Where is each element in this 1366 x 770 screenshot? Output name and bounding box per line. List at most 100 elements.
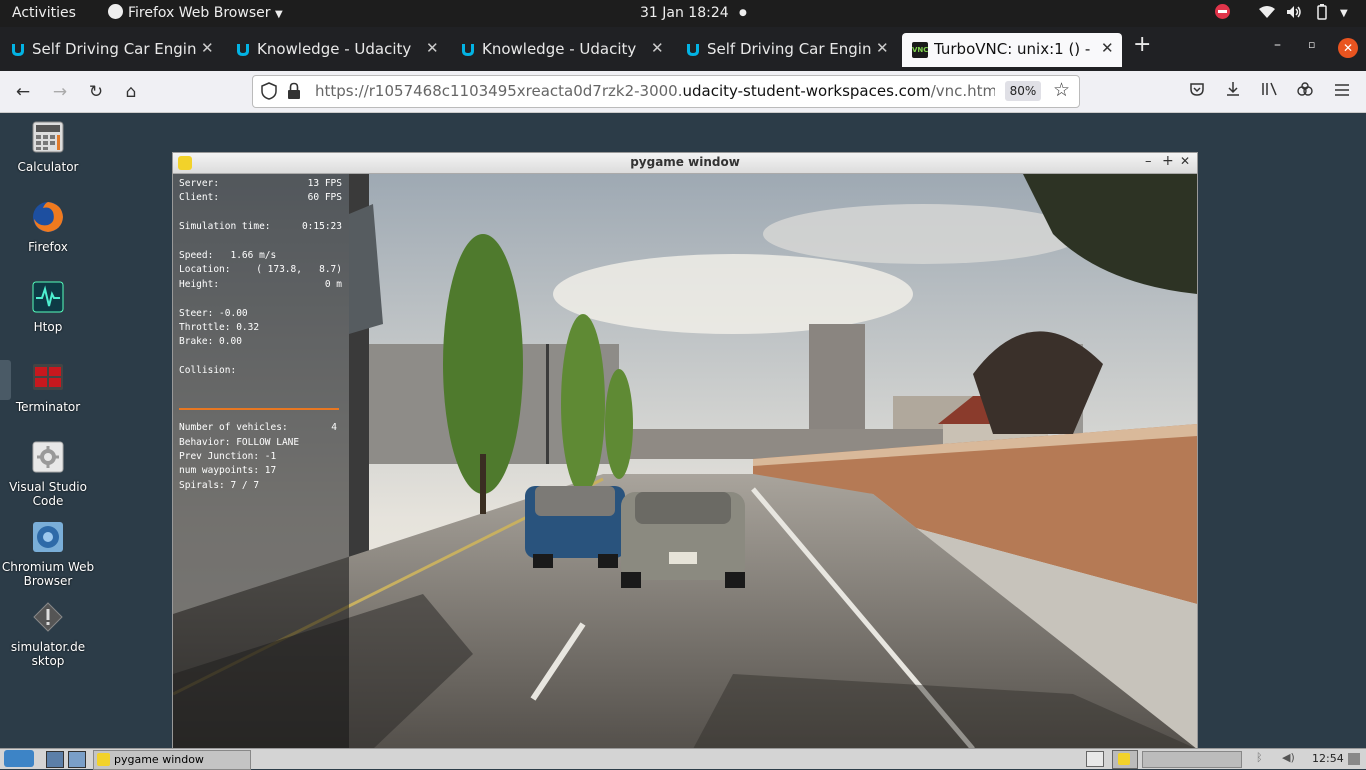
minimize-icon[interactable]: – [1145,154,1152,169]
tab-2[interactable]: Knowledge - Udacity ✕ [225,33,447,67]
activities-button[interactable]: Activities [12,0,76,27]
library-icon[interactable] [1259,81,1281,103]
taskbar: pygame window ᛒ ◀) 12:54 [0,748,1366,770]
close-tab-icon[interactable]: ✕ [201,39,214,57]
tray-window-icon[interactable] [1086,751,1104,767]
volume-icon[interactable]: ◀) [1282,751,1295,764]
hud-prev-junction: Prev Junction: -1 [179,451,277,462]
downloads-icon[interactable] [1222,81,1244,103]
lock-icon[interactable] [287,82,301,104]
shield-icon[interactable] [261,82,277,104]
hud-simtime-value: 0:15:23 [301,221,342,232]
zoom-level-button[interactable]: 80% [1005,81,1041,101]
hud-height-value: 0 m [324,279,342,290]
battery-icon[interactable] [1314,0,1330,27]
tab-3[interactable]: Knowledge - Udacity ✕ [450,33,672,67]
url-bar[interactable]: https://r1057468c1103495xreacta0d7rzk2-3… [252,75,1080,108]
desktop-icon-htop[interactable]: Htop [0,280,96,334]
vscode-icon [31,440,65,474]
simulation-view[interactable]: Server: 13 FPS Client: 60 FPS Simulation… [173,174,1197,749]
pocket-icon[interactable] [1186,81,1208,103]
pygame-window-title: pygame window [630,155,740,169]
close-icon[interactable]: ✕ [1180,154,1190,168]
reload-icon[interactable]: ↻ [85,81,107,103]
bookmark-star-icon[interactable]: ☆ [1053,79,1070,101]
hud-height-label: Height: [179,279,220,290]
tab-5-active[interactable]: VNC TurboVNC: unix:1 () - noV ✕ [902,33,1122,67]
desktop-icon-chromium[interactable]: Chromium Web Browser [0,520,96,588]
close-tab-icon[interactable]: ✕ [651,39,664,57]
firefox-icon [31,200,65,234]
back-arrow-icon[interactable]: ← [12,81,34,103]
desktop-file-icon [31,600,65,634]
tab-title: Knowledge - Udacity [482,40,637,58]
desktop-icon-simulator[interactable]: simulator.desktop [0,600,96,668]
udacity-icon [460,42,476,58]
calculator-icon [31,120,65,154]
clock[interactable]: 31 Jan 18:24 [640,0,729,27]
close-tab-icon[interactable]: ✕ [426,39,439,57]
desktop-icon-calculator[interactable]: Calculator [0,120,96,174]
hud-spirals: Spirals: 7 / 7 [179,480,260,491]
side-panel-handle[interactable] [0,360,11,400]
desktop-icon-firefox[interactable]: Firefox [0,200,96,254]
pygame-window[interactable]: pygame window – + ✕ Server: 13 FPS Clien… [172,152,1198,750]
url-suffix: /vnc.html?resize [930,82,995,100]
htop-icon [31,280,65,314]
hud-behavior: Behavior: FOLLOW LANE [179,437,300,448]
start-menu-icon[interactable] [4,750,34,767]
tray-pygame-icon[interactable] [1112,750,1138,769]
desktop-icon-label: Terminator [15,400,81,414]
taskbar-clock[interactable]: 12:54 [1312,752,1344,765]
tab-title: Self Driving Car Engineer [707,40,872,58]
hud-client-value: 60 FPS [307,192,342,203]
close-tab-icon[interactable]: ✕ [876,39,889,57]
udacity-icon [235,42,251,58]
hud-server-label: Server: [179,178,220,189]
hud-collision: Collision: [179,365,237,376]
tab-title: TurboVNC: unix:1 () - noV [934,40,1094,58]
app-menu[interactable]: Firefox Web Browser ▼ [108,0,283,27]
collision-graph-line [179,408,339,410]
taskbar-pygame-window-button[interactable]: pygame window [93,750,251,770]
tab-4[interactable]: Self Driving Car Engineer ✕ [675,33,897,67]
window-switcher-icon[interactable] [68,751,86,768]
url-prefix: https://r1057468c1103495xreacta0d7rzk2-3… [315,82,683,100]
do-not-disturb-icon[interactable] [1215,0,1230,27]
hamburger-menu-icon[interactable] [1331,81,1353,103]
app-menu-label: Firefox Web Browser [128,5,271,21]
notification-dot-icon: ● [739,8,747,18]
sync-account-icon[interactable] [1294,81,1316,103]
desktop-icon-label: Firefox [28,240,68,254]
workspace-pager[interactable] [1142,751,1242,768]
restore-window-button[interactable]: ▫ [1308,38,1320,72]
tab-1[interactable]: Self Driving Car Engineer ✕ [0,33,222,67]
close-tab-icon[interactable]: ✕ [1101,39,1114,57]
hud-location-value: ( 173.8, 8.7) [256,264,342,275]
desktop-icon-label: simulator.desktop [10,640,86,668]
url-text[interactable]: https://r1057468c1103495xreacta0d7rzk2-3… [315,82,995,100]
desktop-icon-vscode[interactable]: Visual Studio Code [0,440,96,508]
new-tab-button[interactable]: + [1133,32,1157,66]
close-window-button[interactable]: ✕ [1338,38,1358,58]
hud-num-waypoints: num waypoints: 17 [179,465,277,476]
pygame-snake-icon [97,753,110,766]
top-bar: Activities Firefox Web Browser ▼ 31 Jan … [0,0,1366,27]
volume-icon[interactable] [1286,0,1302,27]
taskbar-window-label: pygame window [114,753,204,766]
desktop-icon-terminator[interactable]: Terminator [0,360,96,414]
hud-location-label: Location: [179,264,231,275]
pygame-titlebar[interactable]: pygame window – + ✕ [173,153,1197,174]
system-menu-chevron-icon[interactable]: ▼ [1340,0,1348,27]
maximize-icon[interactable]: + [1162,153,1174,169]
bluetooth-icon[interactable]: ᛒ [1256,751,1263,764]
wifi-icon[interactable] [1258,0,1276,27]
home-icon[interactable]: ⌂ [120,81,142,103]
vnc-icon: VNC [912,42,928,58]
hud-client-label: Client: [179,192,220,203]
chevron-down-icon: ▼ [274,9,283,20]
forward-arrow-icon[interactable]: → [49,81,71,103]
show-desktop-icon[interactable] [46,751,64,768]
minimize-window-button[interactable]: – [1274,37,1286,71]
hud-brake: Brake: 0.00 [179,336,242,347]
